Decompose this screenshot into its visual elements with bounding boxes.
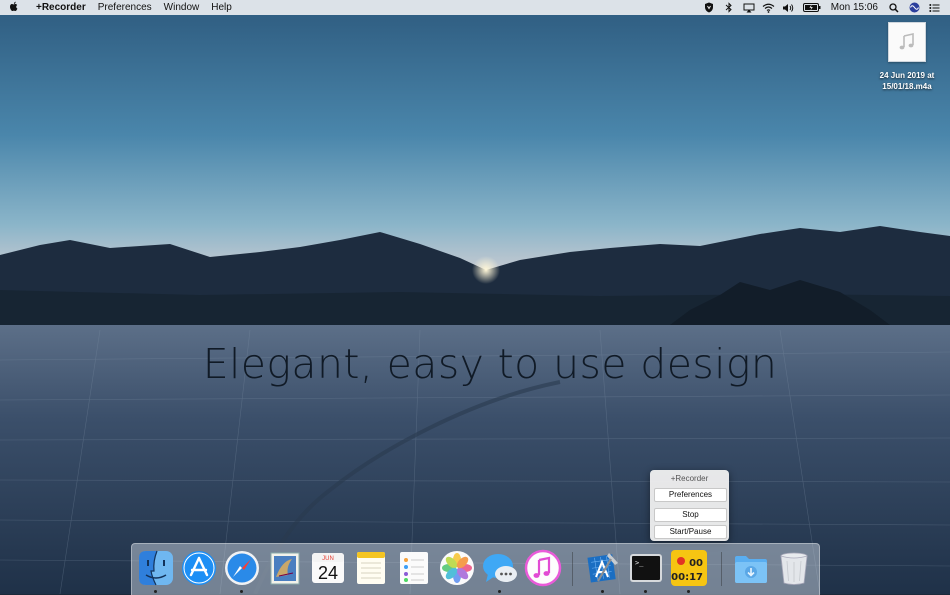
reminders-icon <box>400 552 428 584</box>
notification-center-icon[interactable] <box>924 0 944 15</box>
file-name-line1: 24 Jun 2019 at <box>879 71 935 80</box>
safari-icon <box>225 551 259 585</box>
volume-icon[interactable] <box>779 0 799 15</box>
menu-window[interactable]: Window <box>158 0 206 15</box>
recorder-timer-time: :00:17 <box>670 572 703 583</box>
dock-trash[interactable] <box>775 549 813 587</box>
dock-app-terminal[interactable]: >_ <box>627 549 665 587</box>
desktop-audio-file[interactable]: 24 Jun 2019 at 15/01/18.m4a <box>868 22 946 92</box>
menu-preferences[interactable]: Preferences <box>92 0 158 15</box>
recorder-dock-menu: +Recorder Preferences Stop Start/Pause <box>650 470 729 541</box>
dock-app-safari[interactable] <box>223 549 261 587</box>
airplay-icon[interactable] <box>739 0 759 15</box>
dock-stack-downloads[interactable] <box>732 549 770 587</box>
recorder-timer-hours: 00 <box>689 558 703 569</box>
messages-icon <box>483 554 517 582</box>
dock-app-messages[interactable] <box>481 549 519 587</box>
menubar-clock[interactable]: Mon 15:06 <box>825 0 884 15</box>
wifi-icon[interactable] <box>759 0 779 15</box>
dock-app-notes[interactable] <box>352 549 390 587</box>
calendar-month: JUN <box>322 556 334 562</box>
dock: JUN 24 >_ 00:00:17 <box>131 543 820 595</box>
file-name-line2: 15/01/18.m4a <box>882 82 932 91</box>
dock-app-mail[interactable] <box>266 549 304 587</box>
running-indicator <box>154 590 157 593</box>
preferences-menu-item[interactable]: Preferences <box>654 488 727 502</box>
dock-app-photos[interactable] <box>438 549 476 587</box>
recorder-icon: 00 :00:17 <box>670 550 707 586</box>
finder-icon <box>139 550 173 586</box>
desktop-wallpaper <box>0 0 950 594</box>
audio-file-icon[interactable] <box>888 22 926 62</box>
desktop-file-name: 24 Jun 2019 at 15/01/18.m4a <box>880 70 935 92</box>
running-indicator <box>687 590 690 593</box>
itunes-icon <box>524 549 562 587</box>
mail-icon <box>270 552 300 585</box>
running-indicator <box>644 590 647 593</box>
xcode-icon <box>587 553 618 583</box>
menu-help[interactable]: Help <box>205 0 238 15</box>
start-pause-menu-item[interactable]: Start/Pause <box>654 525 727 539</box>
terminal-icon: >_ <box>630 554 662 582</box>
dock-app-xcode[interactable] <box>584 549 622 587</box>
dock-app-recorder[interactable]: 00 :00:17 <box>670 549 708 587</box>
menu-bar: +Recorder Preferences Window Help Mon 15… <box>0 0 950 15</box>
calendar-day: 24 <box>318 563 338 583</box>
promo-headline: Elegant, easy to use design <box>202 340 778 388</box>
recorder-menu-title: +Recorder <box>670 474 709 483</box>
shield-icon[interactable] <box>699 0 719 15</box>
bluetooth-icon[interactable] <box>719 0 739 15</box>
apple-logo-icon[interactable] <box>0 1 28 15</box>
menu-app-name[interactable]: +Recorder <box>28 0 92 15</box>
dock-separator <box>721 552 722 586</box>
dock-app-reminders[interactable] <box>395 549 433 587</box>
running-indicator <box>240 590 243 593</box>
battery-icon[interactable] <box>799 0 825 15</box>
dock-app-app-store[interactable] <box>180 549 218 587</box>
siri-icon[interactable] <box>904 0 924 15</box>
running-indicator <box>498 590 501 593</box>
terminal-prompt: >_ <box>635 559 644 567</box>
running-indicator <box>601 590 604 593</box>
spotlight-search-icon[interactable] <box>884 0 904 15</box>
dock-app-finder[interactable] <box>137 549 175 587</box>
stop-menu-item[interactable]: Stop <box>654 508 727 522</box>
photos-icon <box>440 551 474 585</box>
trash-icon <box>780 552 808 585</box>
dock-separator <box>572 552 573 586</box>
calendar-icon: JUN 24 <box>312 553 344 583</box>
notes-icon <box>357 552 385 584</box>
app-store-icon <box>182 551 216 585</box>
dock-app-calendar[interactable]: JUN 24 <box>309 549 347 587</box>
dock-app-itunes[interactable] <box>524 549 562 587</box>
downloads-folder-icon <box>735 556 767 583</box>
